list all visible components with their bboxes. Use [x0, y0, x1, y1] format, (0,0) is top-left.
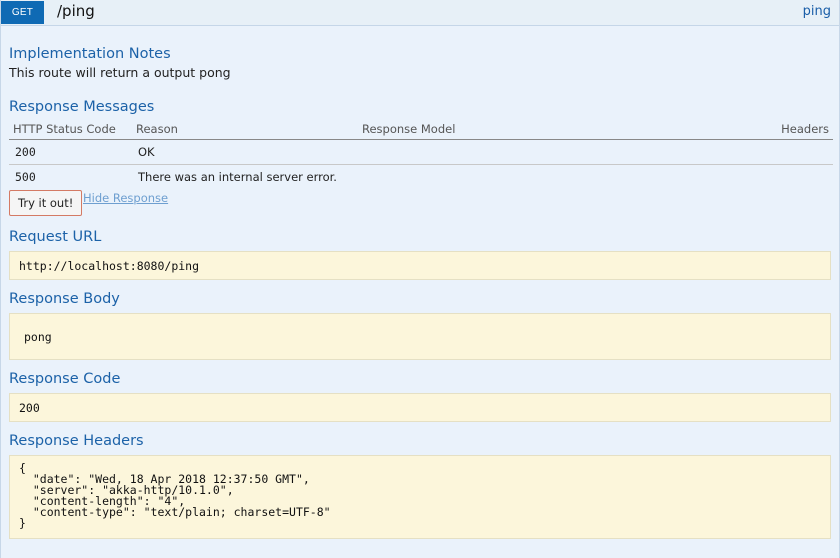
response-headers-title: Response Headers — [9, 433, 144, 449]
try-it-out-button[interactable]: Try it out! — [9, 190, 83, 216]
response-body-value: pong — [9, 313, 831, 360]
implementation-notes-title: Implementation Notes — [9, 46, 171, 62]
response-headers-value: { "date": "Wed, 18 Apr 2018 12:37:50 GMT… — [9, 455, 831, 539]
http-method-badge[interactable]: GET — [1, 1, 44, 24]
status-code-cell: 200 — [9, 139, 132, 165]
response-code-value: 200 — [9, 393, 831, 422]
model-cell — [358, 165, 664, 190]
operation-link[interactable]: ping — [803, 4, 831, 19]
model-cell — [358, 139, 665, 165]
table-header-row: HTTP Status Code Reason Response Model H… — [9, 119, 833, 140]
table-row: 500 There was an internal server error. — [9, 165, 833, 190]
hide-response-link[interactable]: Hide Response — [83, 191, 168, 205]
reason-cell: There was an internal server error. — [138, 170, 337, 184]
implementation-notes-text: This route will return a output pong — [9, 65, 231, 80]
response-messages-table: HTTP Status Code Reason Response Model H… — [9, 119, 833, 189]
reason-cell: OK — [132, 139, 358, 165]
response-actions: Try it out! Hide Response — [9, 190, 831, 218]
request-url-title: Request URL — [9, 229, 102, 245]
column-header-model: Response Model — [358, 119, 665, 140]
headers-cell — [664, 139, 833, 165]
request-url-value: http://localhost:8080/ping — [9, 251, 831, 280]
response-messages-title: Response Messages — [9, 99, 155, 115]
status-code-cell: 500 — [15, 170, 36, 184]
response-body-title: Response Body — [9, 291, 120, 307]
operation-header[interactable]: GET /ping ping — [1, 0, 839, 26]
column-header-headers: Headers — [664, 119, 833, 140]
response-code-title: Response Code — [9, 371, 121, 387]
column-header-reason: Reason — [132, 119, 358, 140]
operation-content: Implementation Notes This route will ret… — [1, 26, 839, 539]
column-header-status: HTTP Status Code — [9, 119, 132, 140]
table-row: 200 OK — [9, 139, 833, 165]
operation-path[interactable]: /ping — [57, 2, 95, 20]
headers-cell — [664, 165, 833, 190]
